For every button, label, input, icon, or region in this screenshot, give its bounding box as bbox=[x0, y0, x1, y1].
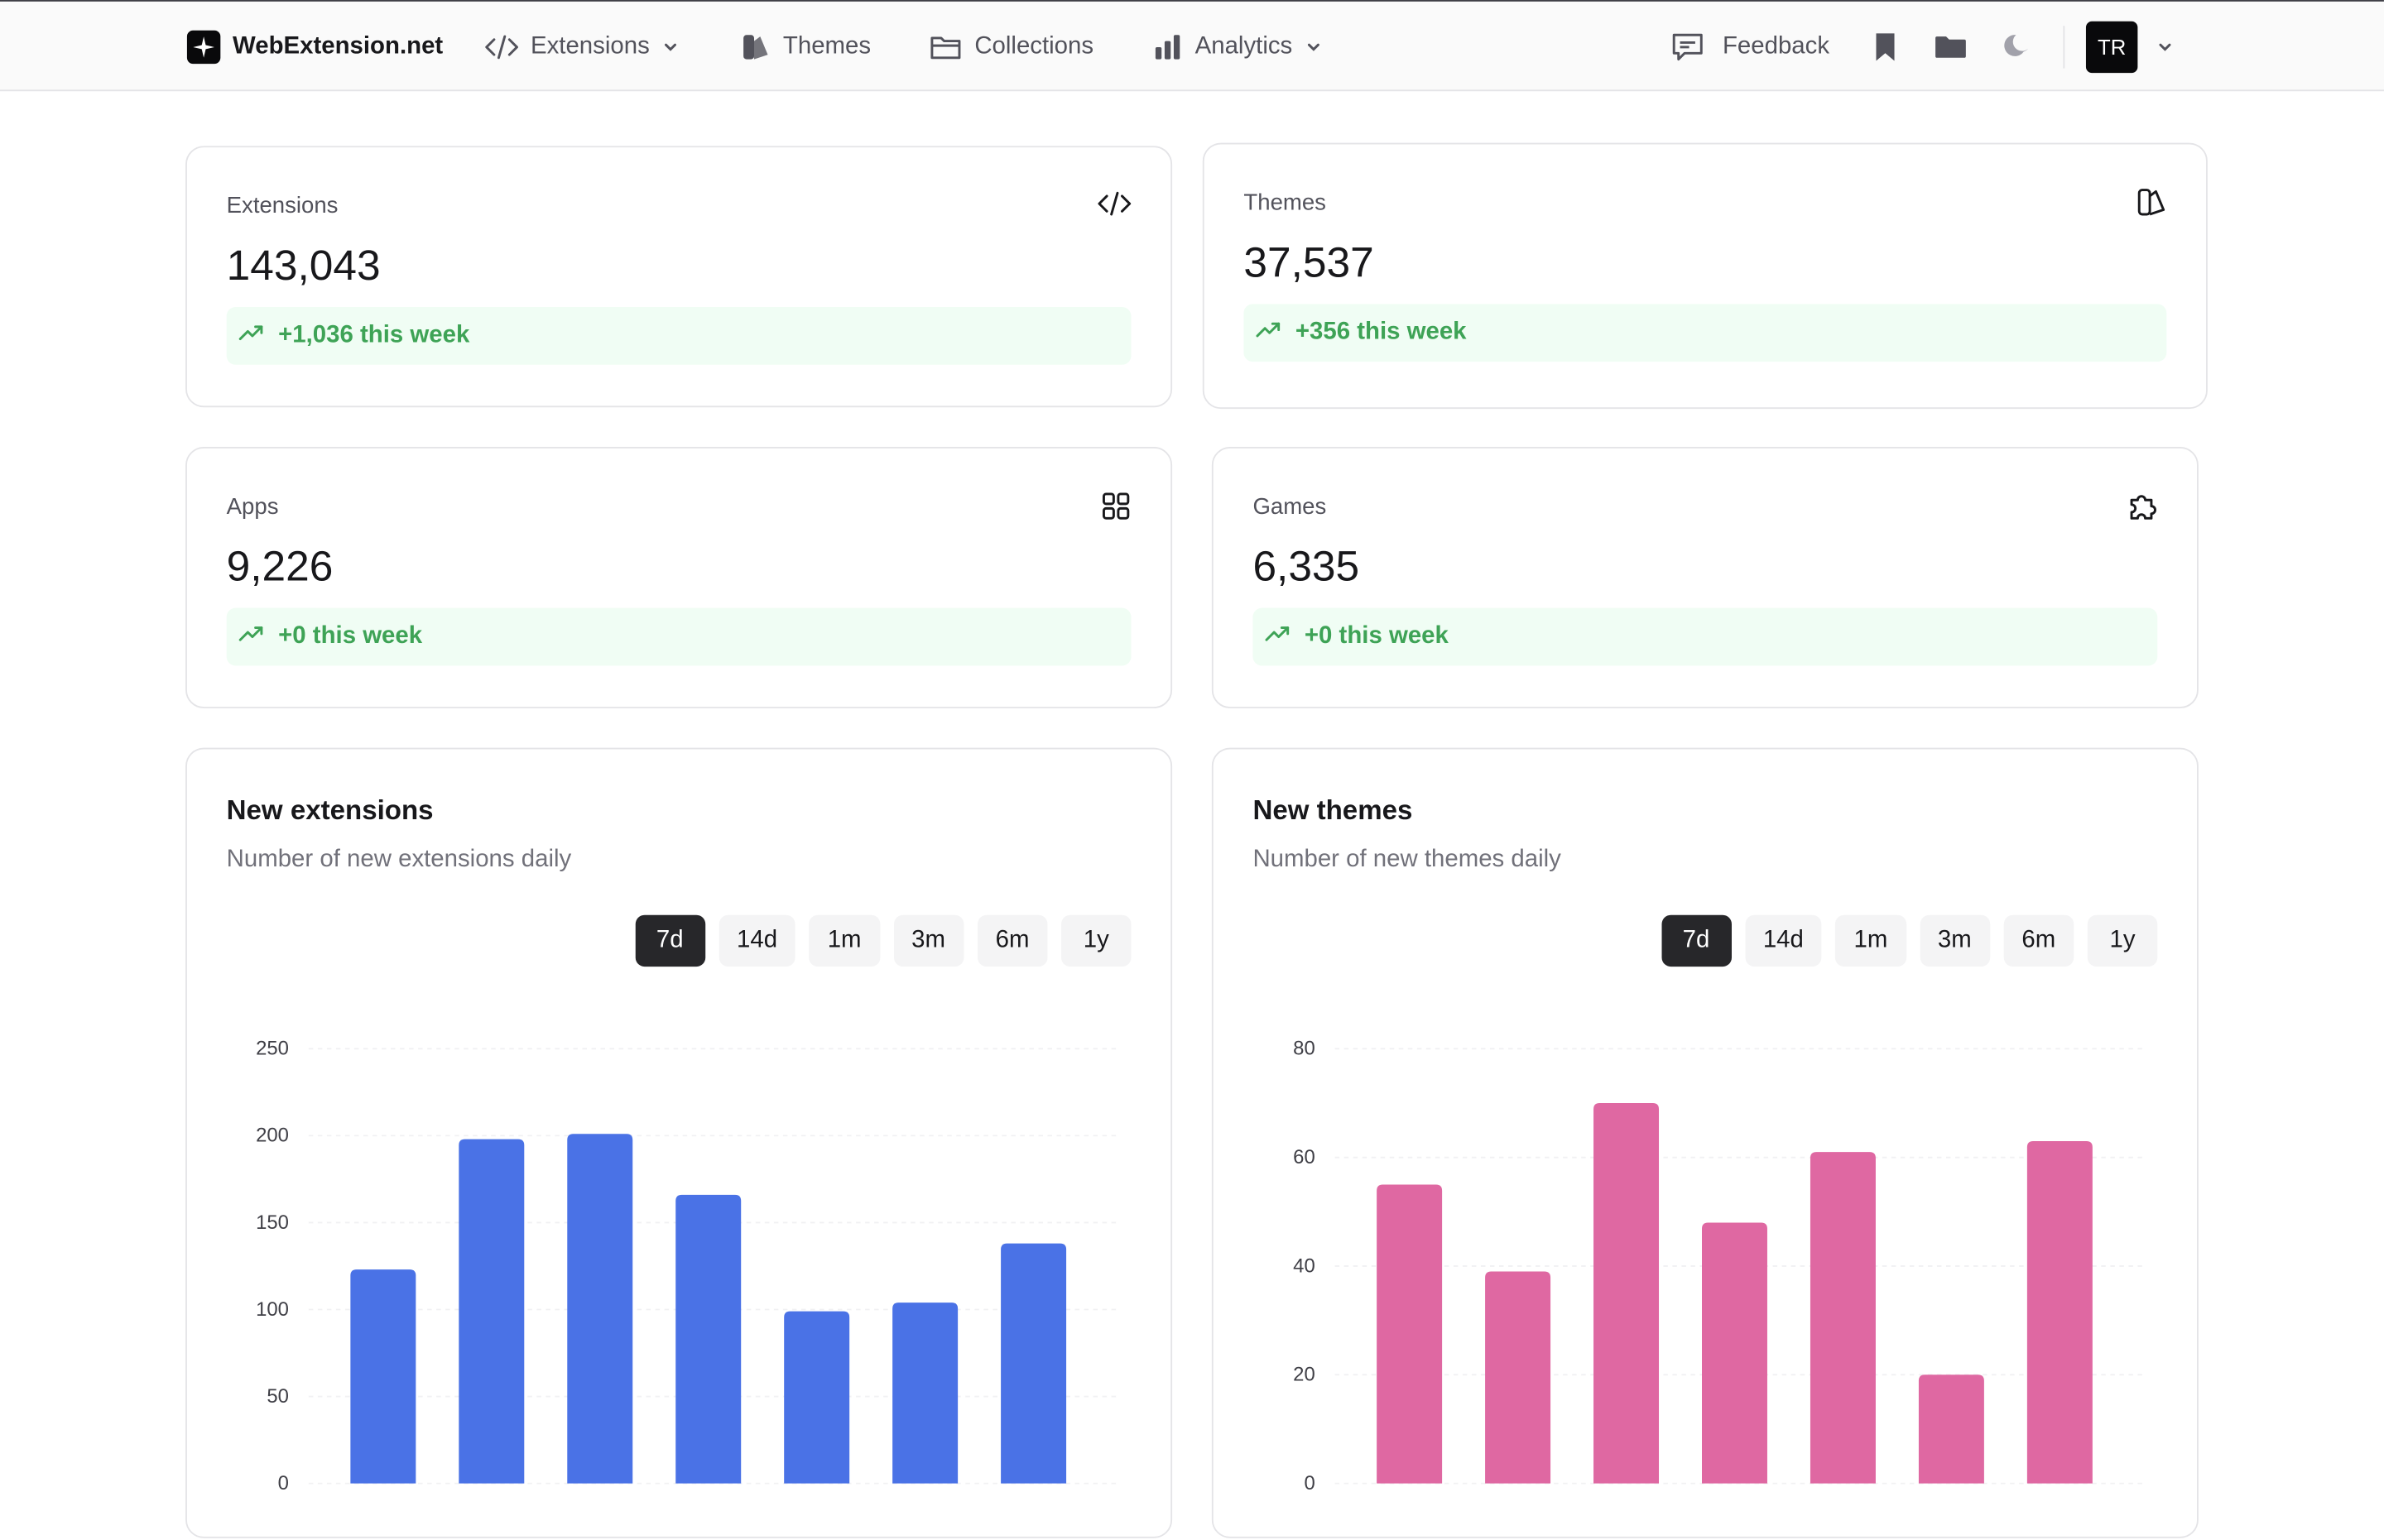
y-tick-label: 80 bbox=[1293, 1038, 1315, 1060]
nav-divider bbox=[2063, 26, 2065, 69]
user-menu-button[interactable]: TR bbox=[2085, 2, 2175, 93]
stat-label: Games bbox=[1252, 493, 1327, 521]
bookmark-icon bbox=[1872, 32, 1899, 63]
y-tick-label: 20 bbox=[1293, 1364, 1315, 1386]
code-icon bbox=[1098, 190, 1132, 225]
stat-trend: +0 this week bbox=[226, 607, 1132, 666]
y-tick-label: 150 bbox=[256, 1211, 289, 1234]
palette-icon bbox=[2136, 187, 2167, 225]
stat-trend-text: +356 this week bbox=[1295, 319, 1467, 345]
bar-chart-new-themes: 0 20 40 60 80 bbox=[1293, 1038, 2144, 1494]
chart-bar[interactable] bbox=[567, 1134, 633, 1484]
chart-bar[interactable] bbox=[1810, 1152, 1876, 1484]
chart-bar[interactable] bbox=[1485, 1271, 1551, 1484]
stat-card-games: Games 6,335 +0 this week bbox=[1211, 446, 2199, 708]
chart-bar[interactable] bbox=[350, 1269, 416, 1484]
y-tick-label: 100 bbox=[256, 1298, 289, 1321]
chart-bar[interactable] bbox=[1377, 1184, 1443, 1484]
stat-trend-text: +0 this week bbox=[278, 623, 423, 650]
stat-label: Extensions bbox=[226, 193, 339, 219]
nav-extensions[interactable]: Extensions bbox=[485, 2, 680, 93]
chart-bar[interactable] bbox=[459, 1139, 525, 1484]
theme-toggle-button[interactable] bbox=[2002, 2, 2033, 93]
stat-trend: +1,036 this week bbox=[226, 307, 1132, 365]
folder-icon bbox=[929, 33, 962, 60]
stat-trend-text: +0 this week bbox=[1304, 623, 1449, 650]
y-tick-label: 0 bbox=[278, 1472, 289, 1494]
y-tick-label: 250 bbox=[256, 1038, 289, 1060]
avatar: TR bbox=[2085, 21, 2138, 74]
nav-collections-label: Collections bbox=[974, 33, 1094, 60]
stat-card-apps: Apps 9,226 +0 this week bbox=[185, 446, 1173, 708]
y-tick-label: 0 bbox=[1304, 1472, 1315, 1494]
y-tick-label: 50 bbox=[267, 1385, 289, 1408]
chart-bar[interactable] bbox=[1593, 1102, 1660, 1484]
stat-value: 37,537 bbox=[1243, 238, 1374, 286]
chevron-down-icon bbox=[2156, 38, 2174, 56]
chart-bar[interactable] bbox=[675, 1194, 742, 1484]
bar-chart-new-extensions: 0 50 100 150 200 250 bbox=[256, 1038, 1118, 1494]
grid-icon bbox=[1101, 491, 1132, 529]
stat-label: Apps bbox=[226, 493, 279, 521]
nav-themes-label: Themes bbox=[782, 33, 872, 60]
chart-bar[interactable] bbox=[1918, 1374, 1984, 1484]
stat-value: 143,043 bbox=[226, 242, 381, 289]
chart-card-new-themes: New themes Number of new themes daily 7d… bbox=[1211, 747, 2199, 1538]
trending-up-icon bbox=[238, 322, 263, 349]
bar-chart-icon bbox=[1152, 32, 1183, 63]
folder-filled-icon bbox=[1934, 32, 1967, 63]
brand-link[interactable]: WebExtension.net bbox=[186, 2, 444, 93]
chart-card-new-extensions: New extensions Number of new extensions … bbox=[185, 747, 1173, 1538]
palette-icon bbox=[740, 32, 771, 63]
folders-button[interactable] bbox=[1934, 2, 1967, 93]
nav-extensions-label: Extensions bbox=[531, 33, 650, 60]
nav-analytics[interactable]: Analytics bbox=[1152, 2, 1323, 93]
chevron-down-icon bbox=[661, 38, 680, 56]
feedback-label: Feedback bbox=[1722, 33, 1830, 60]
stat-value: 9,226 bbox=[226, 542, 334, 590]
feedback-button[interactable]: Feedback bbox=[1671, 2, 1830, 93]
chart-bar[interactable] bbox=[1001, 1243, 1067, 1484]
stat-card-extensions: Extensions 143,043 +1,036 this week bbox=[185, 146, 1173, 408]
stat-card-themes: Themes 37,537 +356 this week bbox=[1202, 142, 2208, 410]
chevron-down-icon bbox=[1305, 38, 1323, 56]
nav-collections[interactable]: Collections bbox=[929, 2, 1093, 93]
code-icon bbox=[485, 33, 518, 60]
y-tick-label: 200 bbox=[256, 1125, 289, 1147]
brand-name: WebExtension.net bbox=[233, 33, 444, 60]
y-tick-label: 60 bbox=[1293, 1146, 1315, 1168]
sparkle-logo-icon bbox=[186, 30, 221, 65]
top-navigation: WebExtension.net Extensions Themes Colle… bbox=[0, 0, 2384, 93]
stat-label: Themes bbox=[1243, 190, 1326, 216]
y-tick-label: 40 bbox=[1293, 1255, 1315, 1277]
chart-bar[interactable] bbox=[784, 1311, 850, 1484]
puzzle-icon bbox=[2127, 491, 2158, 529]
nav-analytics-label: Analytics bbox=[1194, 33, 1293, 60]
moon-icon bbox=[2002, 32, 2033, 63]
stat-value: 6,335 bbox=[1252, 542, 1360, 590]
chart-bar[interactable] bbox=[2026, 1140, 2093, 1484]
bookmarks-button[interactable] bbox=[1872, 2, 1899, 93]
chart-bar[interactable] bbox=[892, 1303, 959, 1484]
trending-up-icon bbox=[1256, 319, 1281, 347]
trending-up-icon bbox=[238, 623, 263, 650]
message-icon bbox=[1671, 32, 1704, 63]
chart-bar[interactable] bbox=[1702, 1222, 1767, 1484]
trending-up-icon bbox=[1265, 623, 1290, 650]
stat-trend: +356 this week bbox=[1243, 304, 2167, 362]
stat-trend: +0 this week bbox=[1252, 607, 2158, 666]
stat-trend-text: +1,036 this week bbox=[278, 322, 470, 348]
nav-themes[interactable]: Themes bbox=[740, 2, 871, 93]
